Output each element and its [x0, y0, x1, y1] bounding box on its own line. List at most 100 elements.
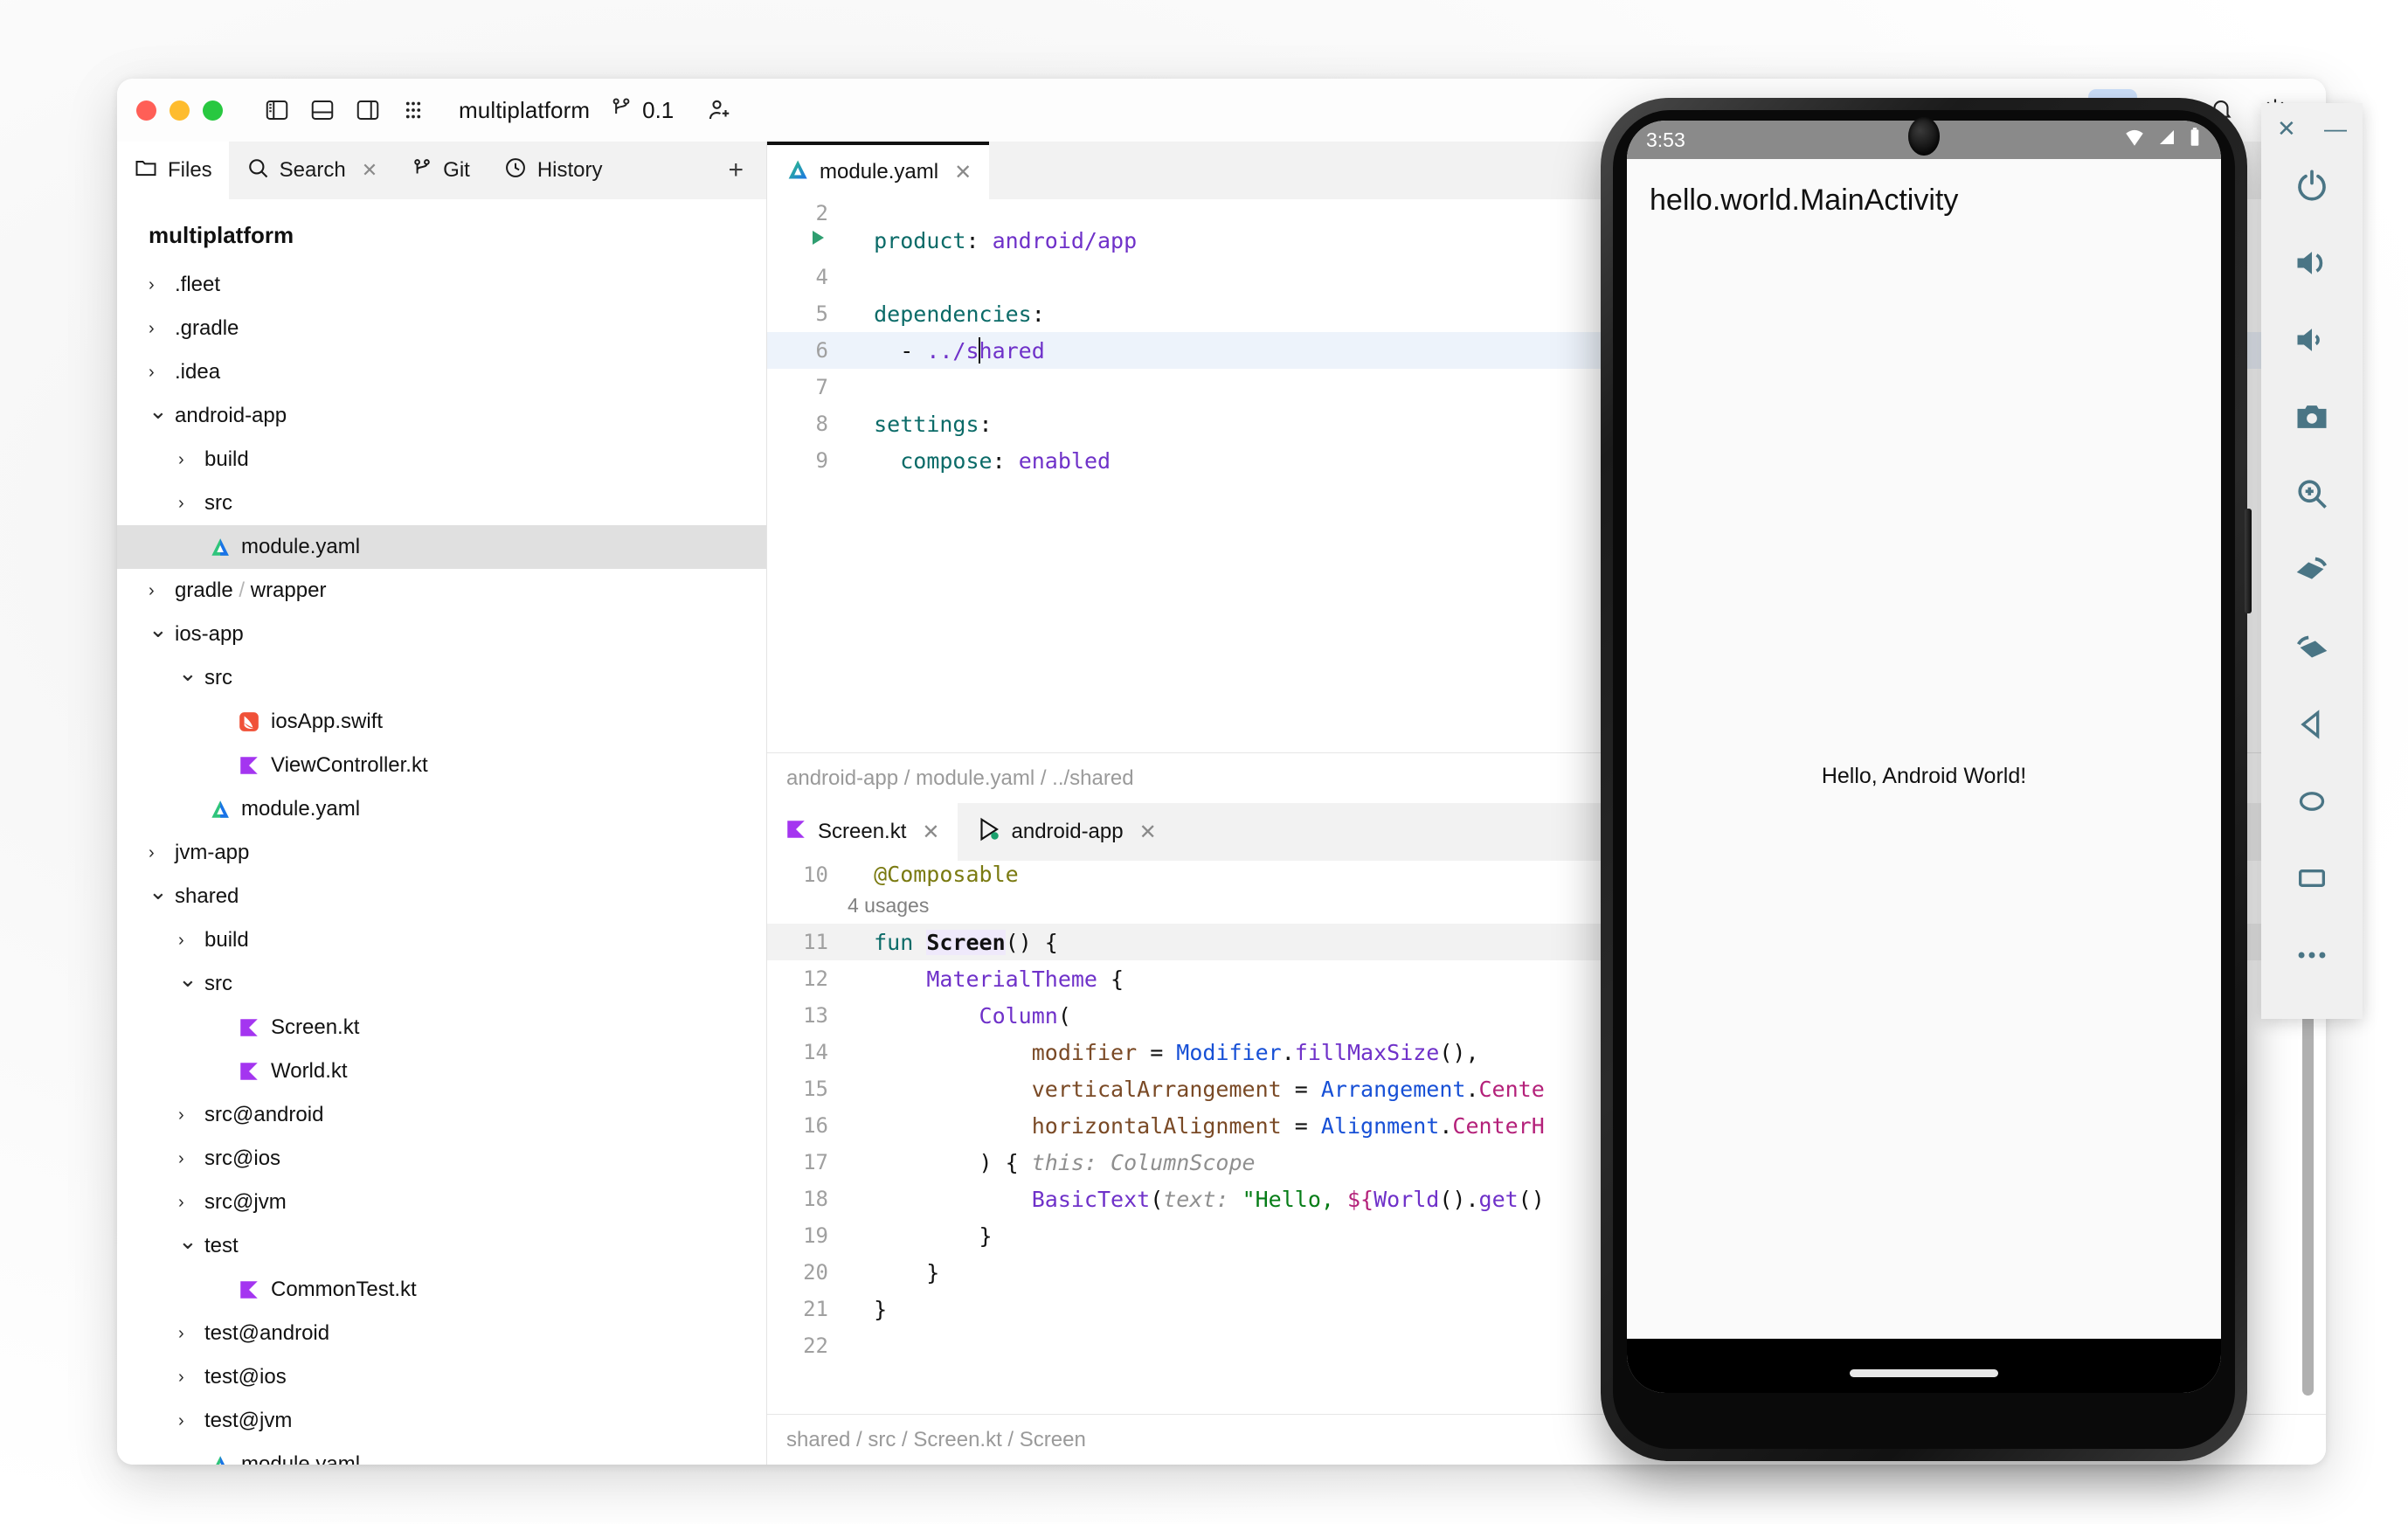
- device-screen[interactable]: 3:53 hello.world.MainActivity Hello, And…: [1627, 121, 2221, 1393]
- tree-item-src-jvm[interactable]: ›src@jvm: [117, 1181, 766, 1224]
- line-number: 22: [767, 1334, 848, 1358]
- tree-item-world-kt[interactable]: World.kt: [117, 1049, 766, 1093]
- tree-item-module-yaml[interactable]: module.yaml: [117, 787, 766, 831]
- usages-hint[interactable]: 4 usages: [848, 894, 929, 918]
- file-tree[interactable]: ›.fleet›.gradle›.idea⌄android-app›build›…: [117, 263, 766, 1465]
- line-number: 19: [767, 1223, 848, 1248]
- grid-apps-icon[interactable]: [391, 91, 436, 129]
- tree-item-gradle-wrapper[interactable]: ›gradle / wrapper: [117, 569, 766, 613]
- zoom-icon[interactable]: [2261, 455, 2363, 532]
- tree-item-android-app[interactable]: ⌄android-app: [117, 394, 766, 438]
- tree-item-label: .gradle: [175, 318, 239, 339]
- close-window-button[interactable]: [136, 100, 156, 121]
- chevron-right-icon: ›: [149, 275, 175, 295]
- tree-item-build[interactable]: ›build: [117, 918, 766, 962]
- chevron-right-icon: ›: [178, 1149, 204, 1169]
- android-emulator[interactable]: 3:53 hello.world.MainActivity Hello, And…: [1601, 98, 2247, 1461]
- tree-item-test-ios[interactable]: ›test@ios: [117, 1355, 766, 1399]
- tree-item-src-android[interactable]: ›src@android: [117, 1093, 766, 1137]
- device-side-button[interactable]: [2245, 509, 2252, 613]
- tree-item-label: module.yaml: [241, 1454, 360, 1465]
- clock-icon: [503, 156, 528, 186]
- tree-item-iosapp-swift[interactable]: iosApp.swift: [117, 700, 766, 744]
- chevron-right-icon: ›: [178, 1368, 204, 1388]
- swift-icon: [234, 709, 264, 735]
- power-icon[interactable]: [2261, 148, 2363, 225]
- editor-tab-module-yaml[interactable]: module.yaml ✕: [767, 142, 989, 199]
- code-text: BasicText(text: "Hello, ${World().get(): [848, 1187, 1545, 1212]
- chevron-right-icon: ›: [178, 1105, 204, 1126]
- sidebar-tab-history[interactable]: History: [487, 142, 619, 199]
- minimize-window-button[interactable]: [170, 100, 190, 121]
- sidebar-tab-strip: Files Search ✕: [117, 142, 766, 199]
- code-text: dependencies:: [848, 301, 1045, 327]
- tree-item-module-yaml[interactable]: module.yaml: [117, 525, 766, 569]
- tree-item-commontest-kt[interactable]: CommonTest.kt: [117, 1268, 766, 1312]
- tree-item-src[interactable]: ›src: [117, 481, 766, 525]
- run-triangle-icon[interactable]: [807, 227, 828, 253]
- add-user-icon[interactable]: [696, 91, 742, 129]
- sidebar-tab-files[interactable]: Files: [117, 142, 229, 199]
- editor-tab-screen-kt[interactable]: Screen.kt ✕: [767, 803, 958, 861]
- minimize-icon[interactable]: —: [2324, 115, 2347, 142]
- close-icon[interactable]: ✕: [954, 160, 972, 185]
- overview-icon[interactable]: [2261, 840, 2363, 917]
- tree-item-src[interactable]: ⌄src: [117, 962, 766, 1006]
- editor-tab-label: Screen.kt: [818, 820, 906, 844]
- add-tab-button[interactable]: +: [705, 142, 766, 199]
- left-panel-icon[interactable]: [254, 91, 300, 129]
- chevron-right-icon: ›: [178, 931, 204, 951]
- git-branch-icon: [609, 95, 633, 126]
- right-panel-icon[interactable]: [345, 91, 391, 129]
- tree-item--idea[interactable]: ›.idea: [117, 350, 766, 394]
- back-icon[interactable]: [2261, 686, 2363, 763]
- tree-item-src-ios[interactable]: ›src@ios: [117, 1137, 766, 1181]
- tree-item-test-android[interactable]: ›test@android: [117, 1312, 766, 1355]
- rotate-left-icon[interactable]: [2261, 532, 2363, 609]
- tree-item-viewcontroller-kt[interactable]: ViewController.kt: [117, 744, 766, 787]
- tree-item-label: test@ios: [204, 1367, 287, 1388]
- chevron-right-icon: ›: [149, 363, 175, 383]
- maximize-window-button[interactable]: [203, 100, 223, 121]
- gesture-pill[interactable]: [1850, 1369, 1998, 1377]
- close-icon[interactable]: ✕: [922, 820, 939, 845]
- kotlin-icon: [785, 818, 807, 847]
- tree-item-shared[interactable]: ⌄shared: [117, 875, 766, 918]
- tree-item-test[interactable]: ⌄test: [117, 1224, 766, 1268]
- volume-down-icon[interactable]: [2261, 301, 2363, 378]
- git-branch-icon: [411, 156, 433, 185]
- line-number: [767, 227, 848, 253]
- tree-item-module-yaml[interactable]: module.yaml: [117, 1443, 766, 1465]
- editor-tab-android-app[interactable]: android-app ✕: [958, 803, 1174, 861]
- line-number: 11: [767, 930, 848, 954]
- close-icon[interactable]: ✕: [2277, 115, 2296, 142]
- sidebar-tab-git[interactable]: Git: [394, 142, 487, 199]
- close-icon[interactable]: ✕: [1139, 820, 1157, 845]
- tree-item-src[interactable]: ⌄src: [117, 656, 766, 700]
- code-text: }: [848, 1260, 939, 1285]
- tree-item--gradle[interactable]: ›.gradle: [117, 307, 766, 350]
- close-icon[interactable]: ✕: [362, 159, 377, 182]
- window-controls[interactable]: [136, 100, 223, 121]
- bottom-panel-icon[interactable]: [300, 91, 345, 129]
- tree-item-screen-kt[interactable]: Screen.kt: [117, 1006, 766, 1049]
- tree-item-ios-app[interactable]: ⌄ios-app: [117, 613, 766, 656]
- tree-item--fleet[interactable]: ›.fleet: [117, 263, 766, 307]
- tree-item-build[interactable]: ›build: [117, 438, 766, 481]
- volume-up-icon[interactable]: [2261, 225, 2363, 301]
- code-text: }: [848, 1223, 993, 1249]
- sidebar-tab-label: Search: [280, 158, 346, 183]
- more-icon[interactable]: [2261, 917, 2363, 994]
- rotate-right-icon[interactable]: [2261, 609, 2363, 686]
- sidebar-tab-search[interactable]: Search ✕: [229, 142, 394, 199]
- home-icon[interactable]: [2261, 763, 2363, 840]
- tree-item-test-jvm[interactable]: ›test@jvm: [117, 1399, 766, 1443]
- camera-icon[interactable]: [2261, 378, 2363, 455]
- line-number: 21: [767, 1297, 848, 1321]
- branch-indicator[interactable]: 0.1: [609, 95, 674, 126]
- code-text: - ../shared: [848, 337, 1045, 364]
- chevron-right-icon: ›: [149, 581, 175, 601]
- tree-item-jvm-app[interactable]: ›jvm-app: [117, 831, 766, 875]
- tree-item-label: CommonTest.kt: [271, 1279, 417, 1300]
- camera-punch-hole: [1908, 117, 1940, 156]
